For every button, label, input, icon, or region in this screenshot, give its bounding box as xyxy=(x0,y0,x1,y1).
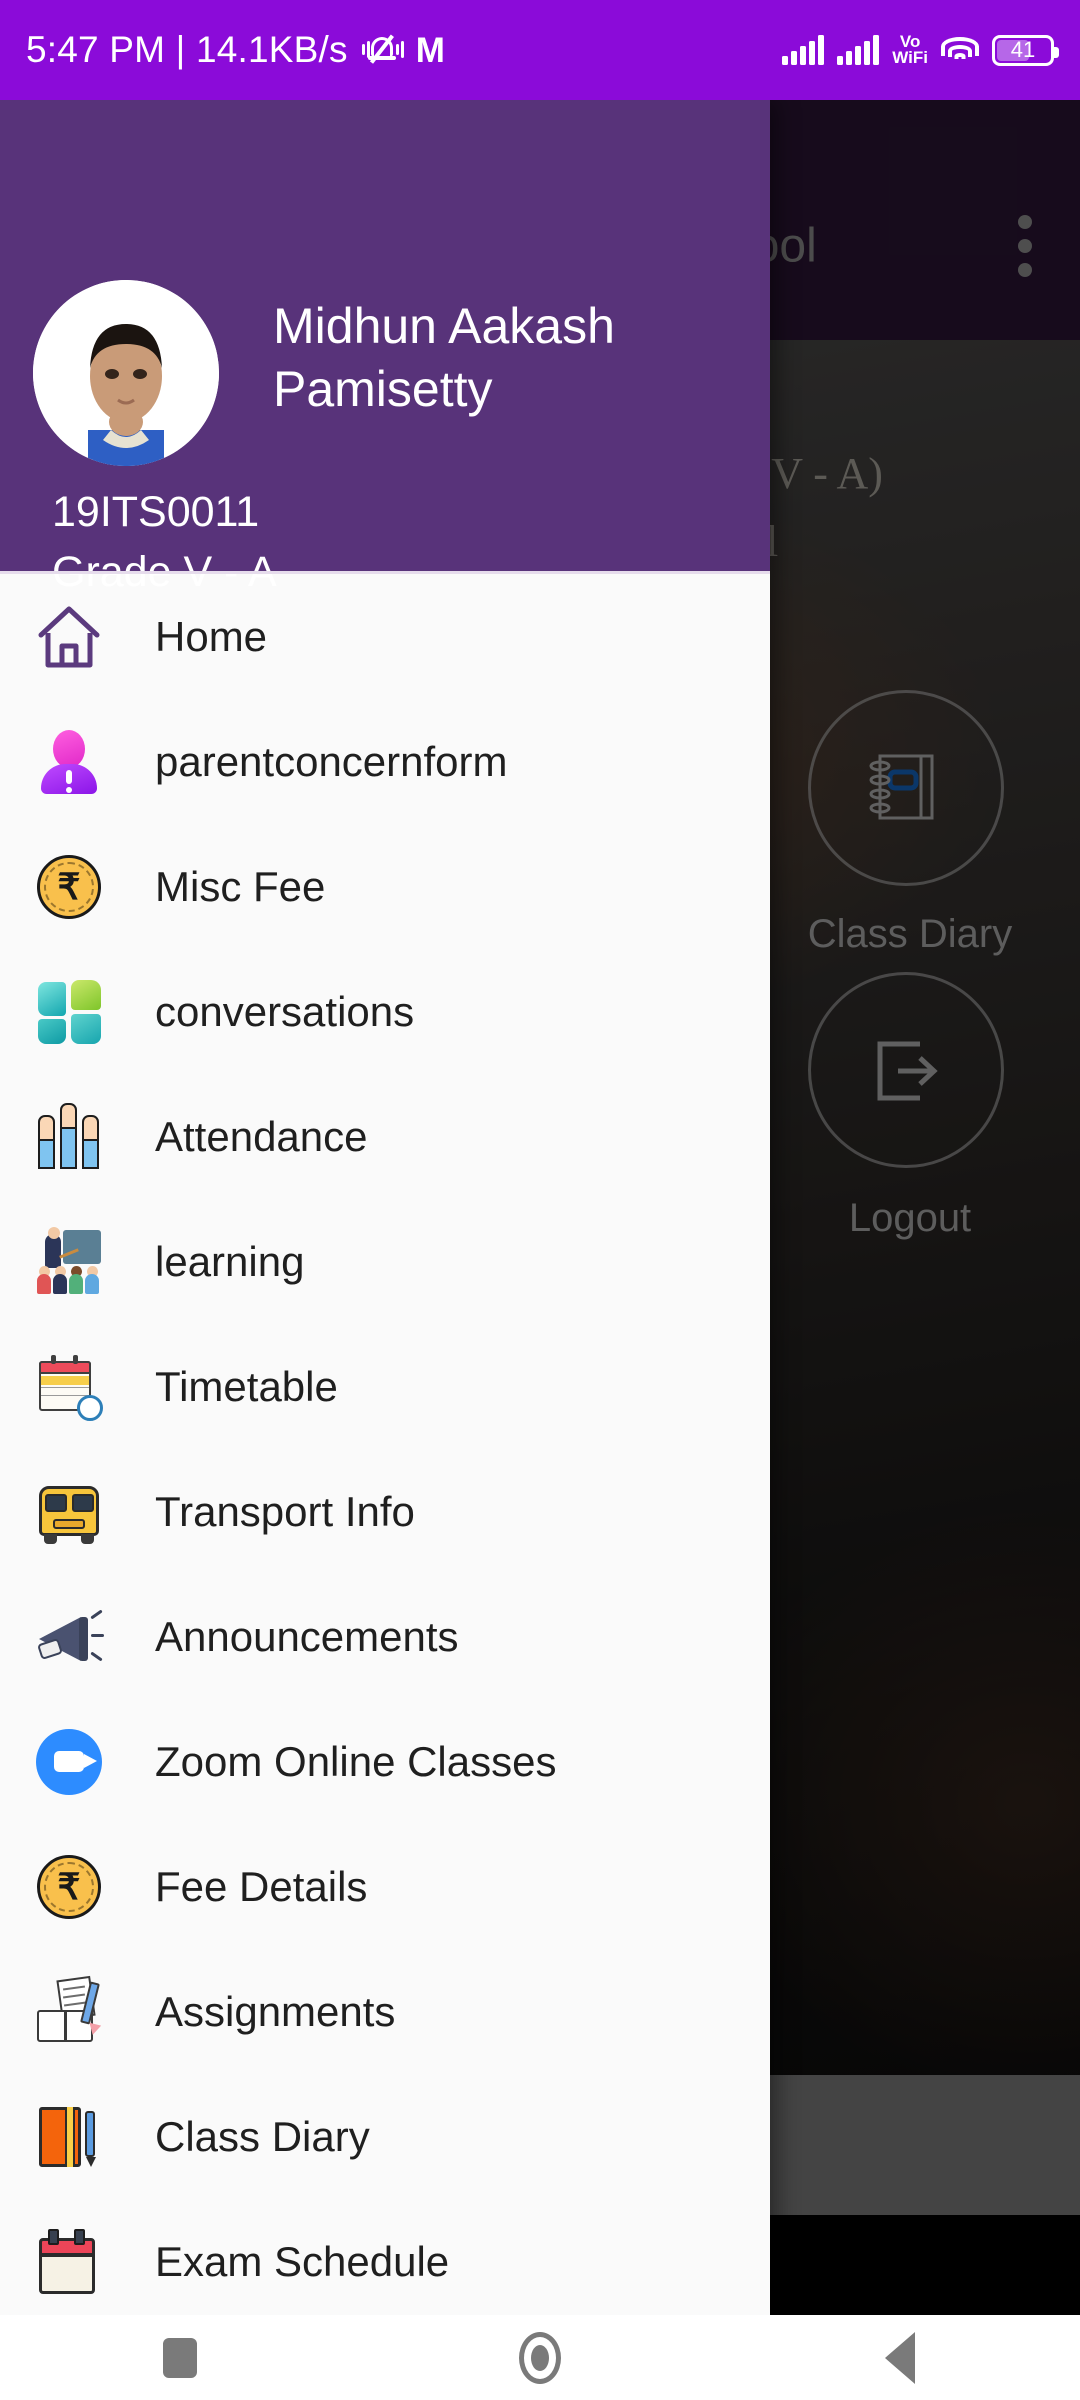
calendar-clock-icon xyxy=(33,1351,105,1423)
vowifi-line2: WiFi xyxy=(892,48,928,67)
sidebar-item-transport-info[interactable]: Transport Info xyxy=(0,1449,770,1574)
signal-bars-sim1-icon xyxy=(782,35,825,65)
teacher-classroom-icon xyxy=(33,1226,105,1298)
signal-bars-sim2-icon xyxy=(837,35,880,65)
sidebar-item-label: Fee Details xyxy=(155,1862,368,1910)
rupee-coin-icon: ₹ xyxy=(33,1851,105,1923)
status-time-and-speed: 5:47 PM | 14.1KB/s xyxy=(26,29,348,70)
sidebar-item-class-diary[interactable]: Class Diary xyxy=(0,2074,770,2199)
sidebar-item-learning[interactable]: learning xyxy=(0,1199,770,1324)
drawer-header: Midhun Aakash Pamisetty 19ITS0011 Grade … xyxy=(0,100,770,596)
vowifi-indicator: Vo WiFi xyxy=(892,33,928,67)
sidebar-item-label: Misc Fee xyxy=(155,862,326,910)
sidebar-item-misc-fee[interactable]: ₹ Misc Fee xyxy=(0,824,770,949)
sidebar-item-label: conversations xyxy=(155,987,415,1035)
android-navigation-bar xyxy=(0,2315,1080,2400)
sidebar-item-label: Home xyxy=(155,612,268,660)
sidebar-item-timetable[interactable]: Timetable xyxy=(0,1324,770,1449)
megaphone-icon xyxy=(33,1601,105,1673)
sidebar-item-zoom-online-classes[interactable]: Zoom Online Classes xyxy=(0,1699,770,1824)
sidebar-item-label: Attendance xyxy=(155,1112,368,1160)
avatar xyxy=(33,280,219,466)
red-calendar-icon xyxy=(33,2226,105,2298)
sidebar-item-parentconcernform[interactable]: parentconcernform xyxy=(0,699,770,824)
sidebar-item-announcements[interactable]: Announcements xyxy=(0,1574,770,1699)
battery-percent: 41 xyxy=(1010,37,1036,62)
wifi-icon xyxy=(941,35,979,65)
sidebar-item-label: Class Diary xyxy=(155,2112,370,2160)
chat-tiles-icon xyxy=(33,976,105,1048)
circle-home-icon[interactable] xyxy=(480,2315,600,2400)
sidebar-item-exam-schedule[interactable]: Exam Schedule xyxy=(0,2199,770,2315)
sidebar-item-label: Announcements xyxy=(155,1612,459,1660)
status-bar: 5:47 PM | 14.1KB/s M Vo WiFi 41 xyxy=(0,0,1080,100)
sidebar-item-label: Zoom Online Classes xyxy=(155,1737,557,1785)
status-bar-right: Vo WiFi 41 xyxy=(782,33,1059,67)
triangle-back-icon[interactable] xyxy=(840,2315,960,2400)
sidebar-item-label: Transport Info xyxy=(155,1487,415,1535)
sidebar-item-label: Assignments xyxy=(155,1987,396,2035)
rupee-coin-icon: ₹ xyxy=(33,851,105,923)
brand-logo-icon: M xyxy=(415,30,445,70)
sidebar-item-label: Exam Schedule xyxy=(155,2237,450,2285)
student-id: 19ITS0011 xyxy=(52,488,260,536)
battery-indicator: 41 xyxy=(992,34,1059,66)
drawer-menu-list: Home parentconcernform ₹ Misc Fee conver… xyxy=(0,574,770,2315)
orange-diary-icon xyxy=(33,2101,105,2173)
home-icon xyxy=(33,601,105,673)
sidebar-item-assignments[interactable]: Assignments xyxy=(0,1949,770,2074)
sidebar-item-fee-details[interactable]: ₹ Fee Details xyxy=(0,1824,770,1949)
person-alert-icon xyxy=(33,726,105,798)
sidebar-item-conversations[interactable]: conversations xyxy=(0,949,770,1074)
sidebar-item-label: parentconcernform xyxy=(155,737,508,785)
bell-mute-vibrate-icon xyxy=(361,30,404,70)
status-bar-left: 5:47 PM | 14.1KB/s M xyxy=(26,29,445,71)
zoom-video-icon xyxy=(33,1726,105,1798)
sidebar-item-attendance[interactable]: Attendance xyxy=(0,1074,770,1199)
square-recents-icon[interactable] xyxy=(120,2315,240,2400)
notebook-pencil-icon xyxy=(33,1975,105,2048)
profile-name: Midhun Aakash Pamisetty xyxy=(273,298,615,417)
sidebar-item-label: Timetable xyxy=(155,1362,338,1410)
navigation-drawer: Midhun Aakash Pamisetty 19ITS0011 Grade … xyxy=(0,100,770,2315)
raised-hands-icon xyxy=(33,1101,105,1173)
school-bus-icon xyxy=(33,1476,105,1548)
header-divider xyxy=(0,571,770,574)
sidebar-item-label: learning xyxy=(155,1237,305,1285)
